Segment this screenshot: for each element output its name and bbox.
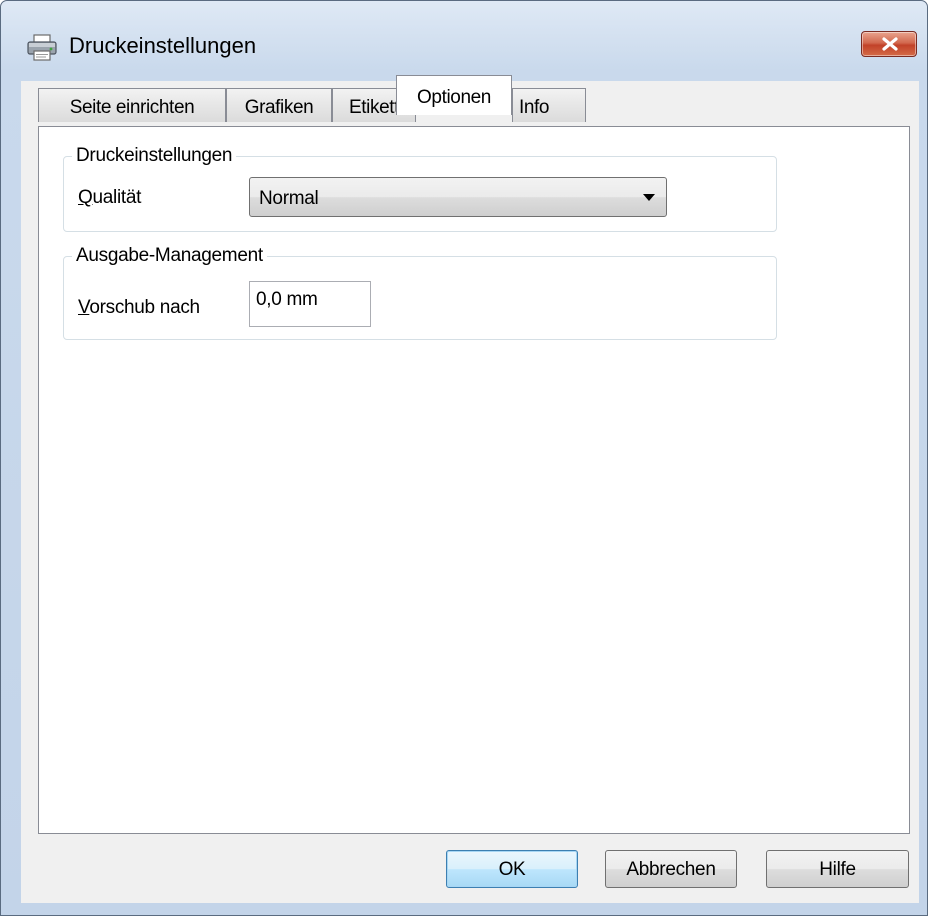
tab-label: Etikett [349, 97, 399, 118]
window-title: Druckeinstellungen [69, 33, 257, 58]
feed-label: Vorschub nach [78, 297, 200, 318]
tab-panel-optionen: Druckeinstellungen Qualität Normal Ausga… [38, 126, 910, 834]
feed-input[interactable]: 0,0 mm [249, 281, 371, 327]
ok-button-label: OK [498, 859, 526, 880]
tab-label: Seite einrichten [69, 97, 195, 118]
printer-icon [25, 34, 63, 62]
help-button[interactable]: Hilfe [766, 850, 909, 888]
title-bar[interactable]: Druckeinstellungen [1, 1, 927, 83]
cancel-button[interactable]: Abbrechen [605, 850, 737, 888]
dropdown-arrow-icon [643, 194, 655, 201]
tab-info[interactable]: Info [512, 88, 586, 122]
cancel-button-label: Abbrechen [626, 859, 716, 880]
dialog-client-area: Seite einrichten Grafiken Etikett Option… [21, 75, 919, 903]
group-title: Druckeinstellungen [72, 145, 237, 167]
feed-value: 0,0 mm [256, 289, 318, 310]
quality-dropdown[interactable]: Normal [249, 177, 667, 217]
close-button[interactable] [861, 31, 917, 57]
close-icon [882, 37, 898, 51]
groupbox-output-management: Ausgabe-Management Vorschub nach 0,0 mm [63, 245, 777, 340]
tab-optionen[interactable]: Optionen [396, 75, 512, 115]
tab-label: Optionen [417, 87, 491, 108]
quality-value: Normal [259, 188, 319, 209]
ok-button[interactable]: OK [446, 850, 578, 888]
tab-label: Info [519, 97, 550, 118]
help-button-label: Hilfe [819, 859, 856, 880]
tab-label: Grafiken [244, 97, 314, 118]
groupbox-print-settings: Druckeinstellungen Qualität Normal [63, 145, 777, 232]
tab-seite-einrichten[interactable]: Seite einrichten [38, 88, 226, 122]
tab-grafiken[interactable]: Grafiken [226, 88, 332, 122]
group-title: Ausgabe-Management [72, 245, 267, 267]
dialog-window: Druckeinstellungen Seite einrichten Graf… [0, 0, 928, 916]
quality-label: Qualität [78, 187, 142, 208]
